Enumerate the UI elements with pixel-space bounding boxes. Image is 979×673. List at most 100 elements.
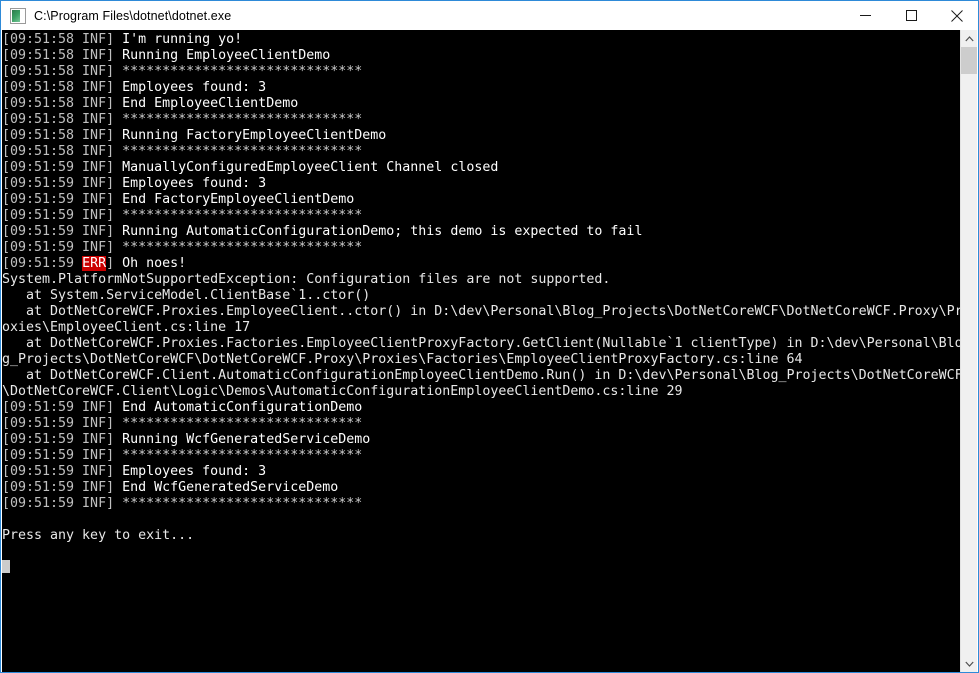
log-timestamp: [09:51:59 INF] — [2, 496, 123, 511]
console-line: \DotNetCoreWCF.Client\Logic\Demos\Automa… — [2, 384, 962, 400]
chevron-up-icon — [964, 35, 974, 41]
log-message: Running WcfGeneratedServiceDemo — [122, 432, 371, 447]
console-line: oxies\EmployeeClient.cs:line 17 — [2, 320, 962, 336]
console-line: [09:51:59 INF] End FactoryEmployeeClient… — [2, 192, 962, 208]
console-raw-text: at DotNetCoreWCF.Client.AutomaticConfigu… — [2, 368, 962, 383]
console-raw-text: \DotNetCoreWCF.Client\Logic\Demos\Automa… — [2, 384, 683, 399]
console-line: at DotNetCoreWCF.Proxies.Factories.Emplo… — [2, 336, 962, 352]
log-timestamp: [09:51:59 INF] — [2, 480, 123, 495]
log-message: Employees found: 3 — [122, 80, 267, 95]
log-separator: ****************************** — [122, 144, 363, 159]
minimize-icon — [859, 15, 871, 16]
error-level-badge: ERR — [82, 256, 107, 271]
minimize-button[interactable] — [842, 1, 888, 30]
log-timestamp: [09:51:59 INF] — [2, 400, 123, 415]
console-line: g_Projects\DotNetCoreWCF\DotNetCoreWCF.P… — [2, 352, 962, 368]
log-separator: ****************************** — [122, 240, 363, 255]
log-message: Employees found: 3 — [122, 176, 267, 191]
console-raw-text: oxies\EmployeeClient.cs:line 17 — [2, 320, 251, 335]
log-timestamp: [09:51:59 INF] — [2, 208, 123, 223]
log-timestamp: [09:51:59 INF] — [2, 224, 123, 239]
log-timestamp: [09:51:58 INF] — [2, 32, 123, 47]
vertical-scrollbar[interactable] — [960, 30, 977, 672]
log-message: Employees found: 3 — [122, 464, 267, 479]
log-timestamp: [09:51:59 INF] — [2, 240, 123, 255]
text-cursor — [2, 560, 10, 573]
scroll-up-button[interactable] — [961, 30, 977, 47]
console-line: [09:51:59 INF] Running WcfGeneratedServi… — [2, 432, 962, 448]
close-icon — [951, 9, 963, 22]
console-line: Press any key to exit... — [2, 528, 962, 544]
log-separator: ****************************** — [122, 448, 363, 463]
log-timestamp: [09:51:59 — [2, 256, 83, 271]
console-raw-text: at DotNetCoreWCF.Proxies.Factories.Emplo… — [2, 336, 962, 351]
console-line: [09:51:58 INF] I'm running yo! — [2, 32, 962, 48]
console-line: [09:51:59 INF] *************************… — [2, 208, 962, 224]
window-title: C:\Program Files\dotnet\dotnet.exe — [34, 8, 232, 23]
scrollbar-thumb[interactable] — [961, 47, 977, 74]
log-separator: ****************************** — [122, 208, 363, 223]
console-raw-text: at DotNetCoreWCF.Proxies.EmployeeClient.… — [2, 304, 962, 319]
maximize-icon — [905, 10, 917, 21]
console-line: [09:51:59 INF] Running AutomaticConfigur… — [2, 224, 962, 240]
log-timestamp: [09:51:59 INF] — [2, 160, 123, 175]
log-message: I'm running yo! — [122, 32, 243, 47]
console-raw-text: Press any key to exit... — [2, 528, 195, 543]
console-lines: [09:51:58 INF] I'm running yo! [09:51:58 … — [2, 32, 962, 576]
console-raw-text: System.PlatformNotSupportedException: Co… — [2, 272, 611, 287]
log-timestamp: [09:51:58 INF] — [2, 112, 123, 127]
log-timestamp: [09:51:59 INF] — [2, 464, 123, 479]
console-line: [09:51:58 INF] *************************… — [2, 112, 962, 128]
log-timestamp: [09:51:58 INF] — [2, 128, 123, 143]
scroll-down-button[interactable] — [961, 655, 977, 672]
log-timestamp: [09:51:58 INF] — [2, 80, 123, 95]
console-line — [2, 560, 962, 576]
console-line: [09:51:58 INF] Running FactoryEmployeeCl… — [2, 128, 962, 144]
log-timestamp: [09:51:59 INF] — [2, 432, 123, 447]
console-line: [09:51:59 INF] End AutomaticConfiguratio… — [2, 400, 962, 416]
log-timestamp: [09:51:59 INF] — [2, 192, 123, 207]
title-bar[interactable]: C:\Program Files\dotnet\dotnet.exe — [1, 1, 978, 30]
console-line: [09:51:59 INF] Employees found: 3 — [2, 176, 962, 192]
log-message: End WcfGeneratedServiceDemo — [122, 480, 339, 495]
console-line: [09:51:59 INF] *************************… — [2, 416, 962, 432]
log-timestamp: [09:51:58 INF] — [2, 96, 123, 111]
log-timestamp-suffix: ] — [106, 256, 115, 271]
log-separator: ****************************** — [122, 112, 363, 127]
console-line: [09:51:59 INF] End WcfGeneratedServiceDe… — [2, 480, 962, 496]
console-app-icon — [10, 7, 26, 24]
console-line: [09:51:59 INF] Employees found: 3 — [2, 464, 962, 480]
console-line: at System.ServiceModel.ClientBase`1..cto… — [2, 288, 962, 304]
log-message: Running FactoryEmployeeClientDemo — [122, 128, 387, 143]
close-button[interactable] — [934, 1, 978, 30]
log-timestamp: [09:51:58 INF] — [2, 48, 123, 63]
console-output-area[interactable]: [09:51:58 INF] I'm running yo! [09:51:58 … — [2, 30, 962, 672]
log-timestamp: [09:51:59 INF] — [2, 448, 123, 463]
console-line: at DotNetCoreWCF.Client.AutomaticConfigu… — [2, 368, 962, 384]
scrollbar-track[interactable] — [961, 74, 977, 655]
console-line: [09:51:59 INF] *************************… — [2, 448, 962, 464]
maximize-button[interactable] — [888, 1, 934, 30]
console-window: C:\Program Files\dotnet\dotnet.exe [09:5… — [0, 0, 979, 673]
console-line: [09:51:58 INF] Running EmployeeClientDem… — [2, 48, 962, 64]
console-line: [09:51:59 INF] *************************… — [2, 496, 962, 512]
console-line: at DotNetCoreWCF.Proxies.EmployeeClient.… — [2, 304, 962, 320]
log-separator: ****************************** — [122, 416, 363, 431]
console-line: [09:51:58 INF] *************************… — [2, 64, 962, 80]
log-timestamp: [09:51:59 INF] — [2, 176, 123, 191]
log-timestamp: [09:51:59 INF] — [2, 416, 123, 431]
console-raw-text: g_Projects\DotNetCoreWCF\DotNetCoreWCF.P… — [2, 352, 803, 367]
console-raw-text: at System.ServiceModel.ClientBase`1..cto… — [2, 288, 371, 303]
log-separator: ****************************** — [122, 64, 363, 79]
window-controls — [842, 1, 978, 30]
console-line: [09:51:59 ERR] Oh noes! — [2, 256, 962, 272]
log-timestamp: [09:51:58 INF] — [2, 64, 123, 79]
log-message: Running EmployeeClientDemo — [122, 48, 331, 63]
console-line: [09:51:58 INF] Employees found: 3 — [2, 80, 962, 96]
log-separator: ****************************** — [122, 496, 363, 511]
log-message: ManuallyConfiguredEmployeeClient Channel… — [122, 160, 499, 175]
chevron-down-icon — [964, 661, 974, 667]
console-line: [09:51:58 INF] *************************… — [2, 144, 962, 160]
